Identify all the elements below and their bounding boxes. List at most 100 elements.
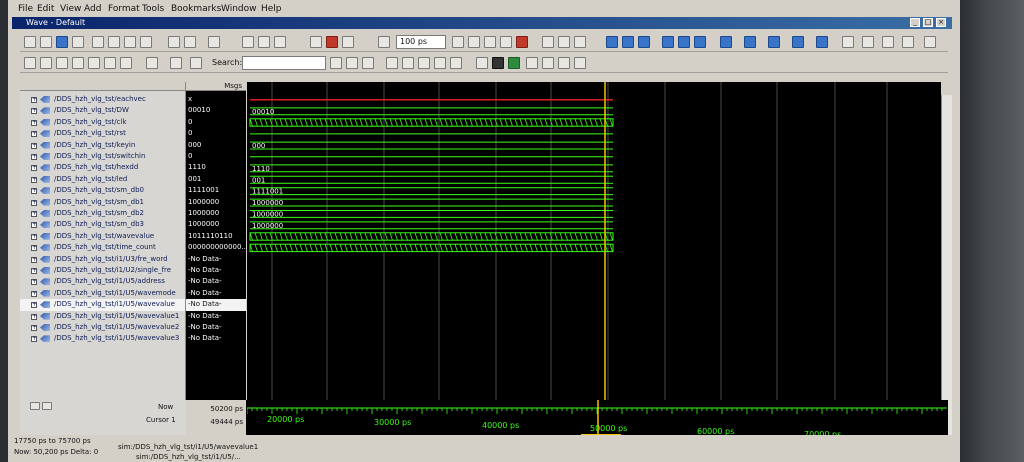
expand-icon[interactable]: + (31, 279, 37, 286)
signal-row[interactable]: + /DDS_hzh_vlg_tst/hexdd (20, 162, 185, 173)
close-icon[interactable]: × (936, 18, 946, 27)
expand-icon[interactable]: + (31, 290, 37, 297)
expand-icon[interactable]: + (31, 325, 37, 331)
cut-icon[interactable] (92, 36, 104, 48)
collapse-icon[interactable] (170, 57, 182, 69)
cursor-delete-icon[interactable] (42, 402, 52, 410)
undo-icon[interactable] (140, 36, 152, 48)
maximize-icon[interactable]: □ (923, 18, 933, 27)
restart-icon[interactable] (378, 36, 390, 48)
expand-icon[interactable]: + (31, 154, 37, 160)
menu-bookmarks[interactable]: Bookmarks (171, 4, 221, 14)
zoom-full-icon[interactable] (418, 57, 430, 69)
step-back3-icon[interactable] (694, 36, 706, 48)
format-down-icon[interactable] (574, 57, 586, 69)
zoom-mode-icon[interactable] (862, 36, 874, 48)
edit-mode-icon[interactable] (902, 36, 914, 48)
open-folder-icon[interactable] (40, 36, 52, 48)
expand-icon[interactable]: + (31, 188, 37, 195)
step-over-icon[interactable] (622, 36, 634, 48)
continue-icon[interactable] (468, 36, 480, 48)
signal-row[interactable]: + /DDS_hzh_vlg_tst/sm_db0 (20, 185, 185, 196)
find-prev-edge-icon[interactable] (56, 57, 68, 69)
signal-row[interactable]: + /DDS_hzh_vlg_tst/i1/U5/wavevalue (20, 299, 185, 311)
menu-file[interactable]: File (18, 4, 33, 14)
expand-icon[interactable]: + (31, 211, 37, 217)
expand-icon[interactable] (146, 57, 158, 69)
expand-icon[interactable]: + (31, 108, 37, 115)
signal-row[interactable]: + /DDS_hzh_vlg_tst/rst (20, 128, 185, 139)
signal-row[interactable]: + /DDS_hzh_vlg_tst/sm_db2 (20, 208, 185, 219)
run-length-input[interactable]: 100 ps (396, 35, 446, 49)
expand-icon[interactable]: + (31, 119, 37, 126)
menu-format[interactable]: Format (108, 4, 140, 14)
menu-window[interactable]: Window (221, 4, 257, 14)
signal-row[interactable]: + /DDS_hzh_vlg_tst/led (20, 174, 185, 185)
signal-row[interactable]: + /DDS_hzh_vlg_tst/i1/U3/fre_word (20, 254, 185, 265)
zoom-in-icon[interactable] (386, 57, 398, 69)
signal-row[interactable]: + /DDS_hzh_vlg_tst/sm_db1 (20, 197, 185, 208)
waveform-canvas[interactable]: 00010 000 1110 001 1111001 1000000 1000000 1000… (247, 82, 941, 400)
menu-edit[interactable]: Edit (37, 4, 54, 14)
layout2-icon[interactable] (258, 36, 270, 48)
paste-icon[interactable] (124, 36, 136, 48)
signal-row[interactable]: + /DDS_hzh_vlg_tst/wavevalue (20, 231, 185, 242)
expand-icon[interactable]: + (31, 199, 37, 206)
step-icon[interactable] (606, 36, 618, 48)
signal-row[interactable]: + /DDS_hzh_vlg_tst/i1/U5/wavevalue2 (20, 322, 185, 333)
find-edge-icon[interactable] (120, 57, 132, 69)
search-input[interactable] (242, 56, 326, 70)
find-next-edge-icon[interactable] (72, 57, 84, 69)
break-run-icon[interactable] (500, 36, 512, 48)
zoom-cursor-icon[interactable] (434, 57, 446, 69)
menu-add[interactable]: Add (84, 4, 101, 14)
signal-row[interactable]: + /DDS_hzh_vlg_tst/keyin (20, 140, 185, 151)
zoom-out-icon[interactable] (402, 57, 414, 69)
search-options-icon[interactable] (362, 57, 374, 69)
signal-row[interactable]: + /DDS_hzh_vlg_tst/switchin (20, 151, 185, 162)
search-dropdown-icon[interactable] (330, 57, 342, 69)
expand-icon[interactable]: + (31, 256, 37, 263)
pan-mode-icon[interactable] (882, 36, 894, 48)
wave-add4-icon[interactable] (792, 36, 804, 48)
expand-icon[interactable]: + (31, 245, 37, 252)
expand-icon[interactable]: + (31, 336, 37, 343)
select-pointer-icon[interactable] (842, 36, 854, 48)
format-bar-icon[interactable] (492, 57, 504, 69)
signal-row[interactable]: + /DDS_hzh_vlg_tst/sm_db3 (20, 219, 185, 230)
wave-add5-icon[interactable] (816, 36, 828, 48)
expand-icon[interactable]: + (31, 131, 37, 138)
signal-row[interactable]: + /DDS_hzh_vlg_tst/i1/U5/wavemode (20, 288, 185, 299)
expand-icon[interactable]: + (31, 268, 37, 274)
expand-icon[interactable]: + (31, 302, 37, 309)
signal-row[interactable]: + /DDS_hzh_vlg_tst/i1/U5/wavevalue1 (20, 311, 185, 322)
signal-row[interactable]: + /DDS_hzh_vlg_tst/DW (20, 105, 185, 116)
save-icon[interactable] (56, 36, 68, 48)
profile-icon[interactable] (542, 36, 554, 48)
cursor1-label[interactable]: Cursor 1 (146, 416, 176, 424)
layout3-icon[interactable] (274, 36, 286, 48)
up-arrow-icon[interactable] (310, 36, 322, 48)
signal-row[interactable]: + /DDS_hzh_vlg_tst/clk (20, 117, 185, 128)
waveform-pane[interactable]: 00010 000 1110 001 1111001 1000000 1000000 1000… (247, 82, 941, 400)
step-out-icon[interactable] (638, 36, 650, 48)
vertical-scrollbar[interactable] (941, 95, 952, 440)
format-icon[interactable] (476, 57, 488, 69)
expand-icon[interactable]: + (31, 176, 37, 183)
minimize-icon[interactable]: _ (910, 18, 920, 27)
dataflow-icon[interactable] (924, 36, 936, 48)
copy-icon[interactable] (108, 36, 120, 48)
zoom-range-icon[interactable] (450, 57, 462, 69)
format-text-icon[interactable] (542, 57, 554, 69)
delete-cursor-icon[interactable] (40, 57, 52, 69)
find-rising-icon[interactable] (104, 57, 116, 69)
break-icon[interactable] (208, 36, 220, 48)
print-icon[interactable] (72, 36, 84, 48)
back-arrow-icon[interactable] (326, 36, 338, 48)
stop-icon[interactable] (516, 36, 528, 48)
run-icon[interactable] (452, 36, 464, 48)
insert-cursor-icon[interactable] (24, 57, 36, 69)
signal-row[interactable]: + /DDS_hzh_vlg_tst/i1/U5/address (20, 276, 185, 287)
menu-help[interactable]: Help (261, 4, 282, 14)
format-color-icon[interactable] (508, 57, 520, 69)
